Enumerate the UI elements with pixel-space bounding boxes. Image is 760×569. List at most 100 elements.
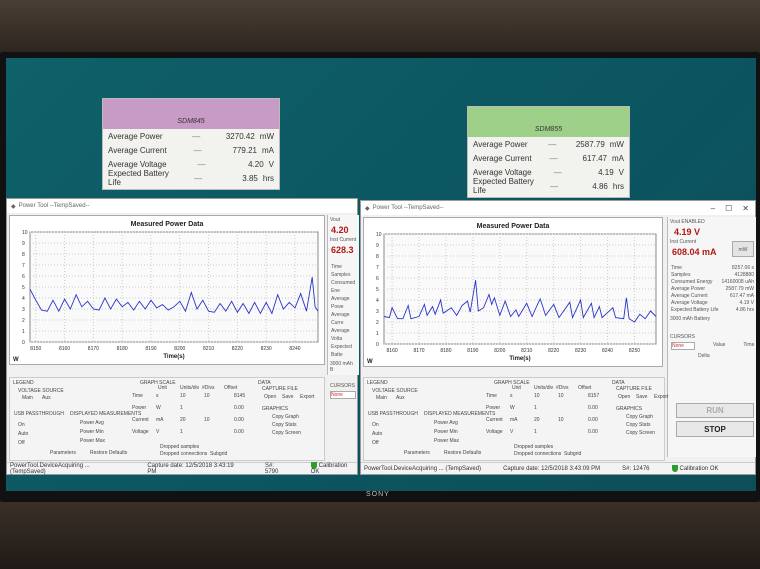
radio-auto[interactable]: Auto <box>372 431 382 437</box>
scale-select[interactable]: W <box>510 405 515 411</box>
mw-toggle-button[interactable]: mW <box>732 241 754 257</box>
subgrid-checkbox[interactable]: Subgrid <box>210 451 227 457</box>
scale-select[interactable]: s <box>510 393 513 399</box>
displayed-measurements-label: DISPLAYED MEASUREMENTS <box>70 411 142 417</box>
scale-select[interactable]: 20 <box>180 417 186 423</box>
radio-auto[interactable]: Auto <box>18 431 28 437</box>
close-button[interactable]: ✕ <box>742 204 749 213</box>
scale-select[interactable]: 1 <box>534 429 537 435</box>
y-axis-label: W <box>13 357 19 363</box>
scale-select[interactable]: 10 <box>558 417 564 423</box>
capture-stat-row: Consumed Ene <box>331 279 359 295</box>
checkbox-power-avg[interactable]: Power Avg <box>80 420 104 426</box>
metric-unit: hrs <box>612 181 624 191</box>
scale-select[interactable]: 10 <box>558 393 564 399</box>
open-button[interactable]: Open <box>264 394 276 400</box>
scale-select[interactable]: 10 <box>204 417 210 423</box>
checkbox-power-min[interactable]: Power Min <box>80 429 104 435</box>
scale-select[interactable]: 1 <box>534 405 537 411</box>
separator: — <box>192 131 201 141</box>
radio-on[interactable]: On <box>372 422 379 428</box>
scale-select[interactable]: 20 <box>534 417 540 423</box>
radio-main[interactable]: Main <box>376 395 387 401</box>
offset-input[interactable]: 0.00 <box>234 429 244 435</box>
time-offset-input[interactable]: 8145 <box>234 393 245 399</box>
copy-screen-button[interactable]: Copy Screen <box>626 430 655 436</box>
save-button[interactable]: Save <box>636 394 647 400</box>
checkbox-power-max[interactable]: Power Max <box>434 438 459 444</box>
radio-aux[interactable]: Aux <box>396 395 405 401</box>
y-tick-label: 6 <box>376 276 379 282</box>
subgrid-checkbox[interactable]: Subgrid <box>564 451 581 457</box>
capture-stat-row: Average Current 617.47 mA <box>671 293 754 300</box>
maximize-button[interactable]: ☐ <box>725 204 732 213</box>
scale-select[interactable]: mA <box>156 417 164 423</box>
export-button[interactable]: Export <box>654 394 668 400</box>
copy-graph-button[interactable]: Copy Graph <box>626 414 653 420</box>
scale-select[interactable]: 1 <box>180 405 183 411</box>
scale-select[interactable]: mA <box>510 417 518 423</box>
parameters-button[interactable]: Parameters <box>404 450 430 456</box>
vout-value: 4.20 <box>331 225 349 235</box>
scale-select[interactable]: V <box>156 429 159 435</box>
stop-button[interactable]: STOP <box>676 421 754 437</box>
status-text: PowerTool.DeviceAcquiring ... (TempSaved… <box>364 465 482 472</box>
metric-label: Average Power <box>473 139 528 149</box>
scale-select[interactable]: s <box>156 393 159 399</box>
checkbox-power-avg[interactable]: Power Avg <box>434 420 458 426</box>
legend-label: LEGEND <box>367 380 388 386</box>
cursor-select[interactable]: None <box>330 391 356 399</box>
status-bar: PowerTool.DeviceAcquiring ... (TempSaved… <box>361 462 755 474</box>
separator: — <box>194 173 203 183</box>
scale-select[interactable]: W <box>156 405 161 411</box>
restore-defaults-button[interactable]: Restore Defaults <box>444 450 481 456</box>
offset-input[interactable]: 0.00 <box>234 405 244 411</box>
radio-aux[interactable]: Aux <box>42 395 51 401</box>
capture-stat-row: Time <box>331 263 359 271</box>
capture-stat-row: Samples 4128880 <box>671 272 754 279</box>
run-button[interactable]: RUN <box>676 403 754 418</box>
scale-select[interactable]: 10 <box>534 393 540 399</box>
radio-on[interactable]: On <box>18 422 25 428</box>
dropped-connections-label: Dropped connections <box>160 451 208 457</box>
stat-label: Consumed Energy <box>671 279 713 285</box>
stat-label: Average Powe <box>331 296 350 310</box>
radio-off[interactable]: Off <box>18 440 25 446</box>
separator: — <box>549 153 558 163</box>
radio-off[interactable]: Off <box>372 440 379 446</box>
scale-select[interactable]: V <box>510 429 513 435</box>
parameters-button[interactable]: Parameters <box>50 450 76 456</box>
copy-screen-button[interactable]: Copy Screen <box>272 430 301 436</box>
minimize-button[interactable]: – <box>711 204 715 213</box>
scale-row-label: Power <box>486 405 501 411</box>
cursor-select[interactable]: None <box>671 342 695 350</box>
scale-select[interactable]: 1 <box>180 429 183 435</box>
scale-select[interactable]: 10 <box>180 393 186 399</box>
open-button[interactable]: Open <box>618 394 630 400</box>
save-button[interactable]: Save <box>282 394 293 400</box>
dropped-connections-label: Dropped connections <box>514 451 562 457</box>
offset-input[interactable]: 0.00 <box>588 429 598 435</box>
copy-graph-button[interactable]: Copy Graph <box>272 414 299 420</box>
copy-stats-button[interactable]: Copy Stats <box>272 422 296 428</box>
time-offset-input[interactable]: 8157 <box>588 393 599 399</box>
title-bar: ◆ Power Tool --TempSaved-- – ☐ ✕ <box>361 201 755 215</box>
y-tick-label: 8 <box>22 252 25 258</box>
scale-select[interactable]: 10 <box>204 393 210 399</box>
capture-stat-row: Average Powe <box>331 295 359 311</box>
separator: — <box>197 159 206 169</box>
y-tick-label: 10 <box>22 230 28 236</box>
radio-main[interactable]: Main <box>22 395 33 401</box>
sdm855-summary-card: SDM855 Average Power — 2587.79 mW Average Cu… <box>467 106 630 198</box>
offset-input[interactable]: 0.00 <box>234 417 244 423</box>
checkbox-power-min[interactable]: Power Min <box>434 429 458 435</box>
export-button[interactable]: Export <box>300 394 314 400</box>
offset-input[interactable]: 0.00 <box>588 417 598 423</box>
y-tick-label: 0 <box>22 340 25 346</box>
restore-defaults-button[interactable]: Restore Defaults <box>90 450 127 456</box>
copy-stats-button[interactable]: Copy Stats <box>626 422 650 428</box>
checkbox-power-max[interactable]: Power Max <box>80 438 105 444</box>
offset-input[interactable]: 0.00 <box>588 405 598 411</box>
capture-stat-row: Expected Batte <box>331 343 359 359</box>
card-row: Expected Battery Life — 4.86 hrs <box>468 177 629 195</box>
